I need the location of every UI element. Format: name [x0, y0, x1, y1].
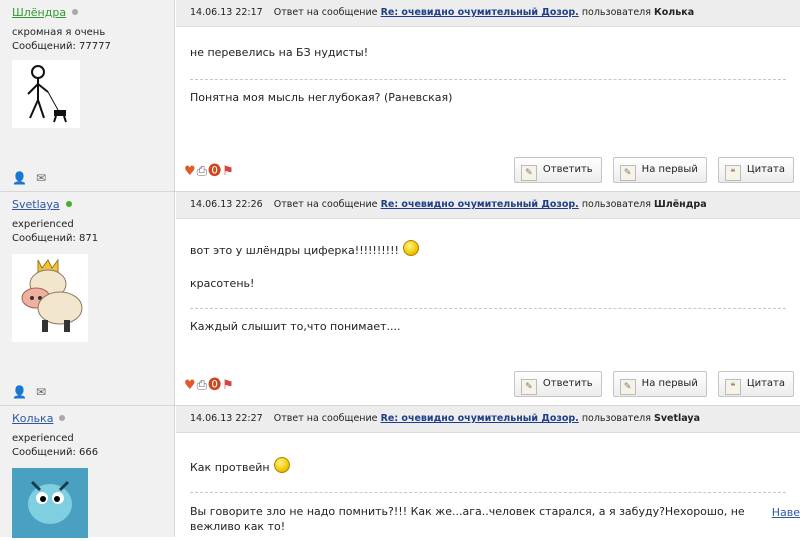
reply-to-link[interactable]: Re: очевидно очумительный Дозор.	[381, 199, 579, 210]
reply-prefix: Ответ на сообщение	[273, 7, 378, 18]
to-first-button[interactable]: ✎ На первый	[612, 371, 707, 397]
to-first-button[interactable]: ✎ На первый	[612, 157, 707, 183]
post-header: 14.06.13 22:26 Ответ на сообщение Re: оч…	[176, 192, 800, 219]
post-text: не перевелись на БЗ нудисты!	[190, 46, 369, 59]
avatar	[12, 468, 88, 538]
signature-divider	[190, 308, 786, 309]
online-status-icon	[65, 201, 72, 207]
author-message-count: Сообщений: 871	[12, 233, 99, 244]
post-body: вот это у шлёндры циферка!!!!!!!!!! крас…	[176, 240, 800, 333]
post-icons: ♥⎙⓿⚑	[184, 374, 235, 393]
laughing-smiley-icon	[402, 240, 419, 256]
warning-icon[interactable]: ⓿	[208, 378, 221, 393]
quote-icon: ❝	[724, 165, 741, 181]
post-author-panel: Шлёндра скромная я очень Сообщений: 7777…	[0, 0, 175, 191]
reply-to-link[interactable]: Re: очевидно очумительный Дозор.	[381, 7, 579, 18]
forum-post: Шлёндра скромная я очень Сообщений: 7777…	[0, 0, 800, 192]
signature-divider	[190, 492, 786, 493]
author-rank: скромная я очень	[12, 27, 106, 38]
forum-post: Колька experienced Сообщений: 666 14.06.…	[0, 406, 800, 538]
reply-prefix: Ответ на сообщение	[273, 199, 378, 210]
quote-button[interactable]: ❝ Цитата	[717, 157, 794, 183]
printer-icon[interactable]: ⎙	[197, 378, 207, 393]
reply-to-user: Шлёндра	[654, 199, 707, 210]
quote-button[interactable]: ❝ Цитата	[717, 371, 794, 397]
to-first-icon: ✎	[619, 165, 636, 181]
post-message: 14.06.13 22:27 Ответ на сообщение Re: оч…	[176, 406, 800, 537]
post-date: 14.06.13 22:17	[190, 7, 263, 18]
author-name[interactable]: Колька	[12, 412, 53, 425]
smiley-icon	[273, 457, 290, 473]
post-buttons: ✎ Ответить ✎ На первый ❝ Цитата	[503, 371, 794, 397]
post-body: Как протвейн Вы говорите зло не надо пом…	[176, 457, 800, 534]
heart-icon[interactable]: ♥	[184, 164, 196, 179]
reply-by-label: пользователя	[581, 199, 651, 210]
warning-icon[interactable]: ⓿	[208, 164, 221, 179]
quote-icon: ❝	[724, 379, 741, 395]
mail-icon[interactable]: ✉	[36, 385, 46, 399]
avatar	[12, 254, 88, 342]
post-signature: Каждый слышит то,что понимает....	[190, 320, 401, 333]
author-message-count: Сообщений: 77777	[12, 41, 111, 52]
post-signature: Понятна моя мысль неглубокая? (Раневская…	[190, 91, 453, 104]
user-profile-icon[interactable]: 👤	[12, 171, 27, 185]
avatar	[12, 60, 80, 128]
flag-icon[interactable]: ⚑	[222, 378, 234, 393]
post-text-line: красотень!	[190, 277, 255, 290]
heart-icon[interactable]: ♥	[184, 378, 196, 393]
reply-by-label: пользователя	[581, 413, 651, 424]
post-text-line: вот это у шлёндры циферка!!!!!!!!!!	[190, 240, 786, 257]
post-message: 14.06.13 22:17 Ответ на сообщение Re: оч…	[176, 0, 800, 191]
flag-icon[interactable]: ⚑	[222, 164, 234, 179]
post-author-panel: Колька experienced Сообщений: 666	[0, 406, 175, 538]
post-header: 14.06.13 22:27 Ответ на сообщение Re: оч…	[176, 406, 800, 433]
author-actions: 👤 ✉	[12, 385, 55, 399]
post-icons: ♥⎙⓿⚑	[184, 160, 235, 179]
reply-button[interactable]: ✎ Ответить	[513, 371, 602, 397]
post-signature: Вы говорите зло не надо помнить?!!! Как …	[190, 505, 745, 533]
author-rank: experienced	[12, 219, 74, 230]
forum-post: Svetlaya experienced Сообщений: 871 👤 ✉ 1…	[0, 192, 800, 406]
mail-icon[interactable]: ✉	[36, 171, 46, 185]
signature-divider	[190, 79, 786, 80]
printer-icon[interactable]: ⎙	[197, 164, 207, 179]
post-buttons: ✎ Ответить ✎ На первый ❝ Цитата	[503, 157, 794, 183]
author-rank: experienced	[12, 433, 74, 444]
author-name[interactable]: Svetlaya	[12, 198, 60, 211]
navigation-link[interactable]: Наве	[772, 506, 800, 519]
post-text-line: Как протвейн	[190, 457, 786, 474]
post-body: не перевелись на БЗ нудисты! Понятна моя…	[176, 46, 800, 104]
offline-status-icon	[72, 9, 79, 15]
author-name[interactable]: Шлёндра	[12, 6, 66, 19]
author-message-count: Сообщений: 666	[12, 447, 99, 458]
post-header: 14.06.13 22:17 Ответ на сообщение Re: оч…	[176, 0, 800, 27]
reply-to-link[interactable]: Re: очевидно очумительный Дозор.	[381, 413, 579, 424]
post-date: 14.06.13 22:26	[190, 199, 263, 210]
reply-to-user: Svetlaya	[654, 413, 701, 424]
reply-prefix: Ответ на сообщение	[273, 413, 378, 424]
offline-status-icon	[59, 415, 66, 421]
user-profile-icon[interactable]: 👤	[12, 385, 27, 399]
reply-to-user: Колька	[654, 7, 695, 18]
reply-by-label: пользователя	[581, 7, 651, 18]
to-first-icon: ✎	[619, 379, 636, 395]
post-date: 14.06.13 22:27	[190, 413, 263, 424]
post-author-panel: Svetlaya experienced Сообщений: 871 👤 ✉	[0, 192, 175, 405]
reply-icon: ✎	[520, 379, 537, 395]
post-message: 14.06.13 22:26 Ответ на сообщение Re: оч…	[176, 192, 800, 405]
reply-button[interactable]: ✎ Ответить	[513, 157, 602, 183]
reply-icon: ✎	[520, 165, 537, 181]
author-actions: 👤 ✉	[12, 171, 55, 185]
